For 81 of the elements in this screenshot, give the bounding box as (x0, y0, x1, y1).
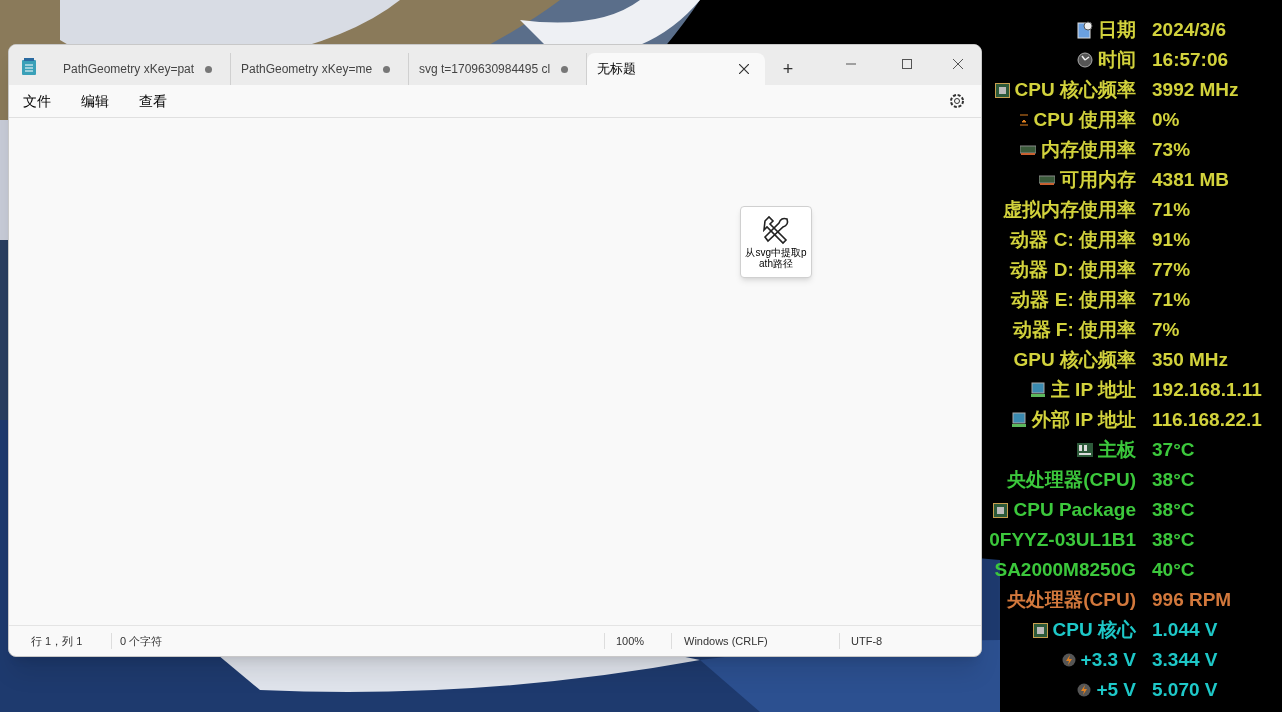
tools-icon (761, 215, 791, 245)
sensor-label: 0FYYZ-03UL1B1 (989, 527, 1136, 552)
lightning-icon (1061, 653, 1076, 667)
sensor-label: 动器 E: 使用率 (1011, 287, 1136, 312)
sensor-value: 3992 MHz (1152, 77, 1239, 102)
computer-icon (1029, 382, 1046, 398)
encoding: UTF-8 (839, 632, 981, 650)
sensor-label: 外部 IP 地址 (1031, 407, 1136, 432)
sensor-label: GPU 核心频率 (1013, 347, 1136, 372)
close-icon[interactable] (953, 59, 963, 69)
cursor-position: 行 1，列 1 (9, 632, 112, 650)
sensor-value: 2024/3/6 (1152, 17, 1226, 42)
sensor-label: 虚拟内存使用率 (1003, 197, 1136, 222)
sensor-value: 116.168.22.1 (1152, 407, 1262, 432)
computer-icon (1010, 412, 1027, 428)
sensor-label: CPU Package (1013, 497, 1136, 522)
sensor-value: 192.168.1.11 (1152, 377, 1262, 402)
tab-title: svg t=1709630984495 cl (419, 61, 552, 78)
tab[interactable]: 无标题 (587, 53, 765, 85)
tool-card[interactable]: 从svg中提取path路径 (740, 206, 812, 278)
sensor-value: 16:57:06 (1152, 47, 1229, 72)
line-ending: Windows (CRLF) (671, 632, 839, 650)
sensor-value: 91% (1152, 227, 1191, 252)
sensor-label: 动器 F: 使用率 (1012, 317, 1136, 342)
sensor-label: 日期 (1098, 17, 1136, 42)
tool-label: 从svg中提取path路径 (744, 247, 808, 269)
sensor-value: 1.044 V (1152, 617, 1218, 642)
character-count: 0 个字符 (119, 633, 163, 649)
new-tab-button[interactable]: + (765, 53, 811, 85)
sensor-label: 内存使用率 (1041, 137, 1136, 162)
sensor-value: 350 MHz (1152, 347, 1229, 372)
hourglass-icon (1018, 114, 1029, 126)
memory-icon (1020, 145, 1036, 155)
motherboard-icon (1077, 443, 1093, 457)
notepad-icon (21, 58, 37, 76)
sensor-label: 动器 D: 使用率 (1010, 257, 1136, 282)
text-area[interactable]: 从svg中提取path路径 (9, 118, 981, 625)
zoom-level: 100% (604, 632, 671, 650)
sensor-label: 动器 C: 使用率 (1010, 227, 1136, 252)
sensor-value: 37°C (1152, 437, 1195, 462)
sensor-label: 央处理器(CPU) (1007, 467, 1136, 492)
sensor-value: 77% (1152, 257, 1191, 282)
sensor-label: CPU 核心频率 (1014, 77, 1136, 102)
tab-title: 无标题 (597, 60, 637, 79)
sensor-value: 996 RPM (1152, 587, 1232, 612)
sensor-label: 主 IP 地址 (1050, 377, 1136, 402)
sensor-value: 71% (1152, 197, 1191, 222)
settings-icon[interactable] (949, 93, 965, 109)
sensor-label: 时间 (1098, 47, 1136, 72)
sensor-label: +5 V (1096, 677, 1136, 702)
memory-icon (1039, 175, 1055, 185)
sensor-value: 3.344 V (1152, 647, 1218, 672)
sensor-value: 38°C (1152, 527, 1195, 552)
sensor-value: 38°C (1152, 467, 1195, 492)
menu-item[interactable]: 文件 (21, 90, 53, 112)
lightning-icon (1077, 683, 1092, 697)
sensor-value: 7% (1152, 317, 1180, 342)
sensor-label: CPU 使用率 (1033, 107, 1136, 132)
menu-item[interactable]: 查看 (137, 90, 169, 112)
calendar-icon (1077, 21, 1093, 39)
maximize-icon[interactable] (902, 59, 912, 69)
sensor-value: 71% (1152, 287, 1191, 312)
sensor-value: 5.070 V (1152, 677, 1218, 702)
clock-icon (1077, 52, 1093, 68)
sensor-value: 73% (1152, 137, 1191, 162)
tab[interactable]: PathGeometry xKey=pat (53, 53, 231, 85)
sensor-label: +3.3 V (1080, 647, 1136, 672)
sensor-label: 可用内存 (1060, 167, 1136, 192)
sensor-value: 4381 MB (1152, 167, 1230, 192)
tab-title: PathGeometry xKey=pat (63, 61, 196, 78)
sensor-label: 央处理器(CPU) (1007, 587, 1136, 612)
tab-title: PathGeometry xKey=me (241, 61, 374, 78)
sensor-value: 38°C (1152, 497, 1195, 522)
sensor-label: 主板 (1098, 437, 1136, 462)
sensor-value: 0% (1152, 107, 1180, 132)
close-tab-icon[interactable] (739, 64, 749, 74)
sensor-label: SA2000M8250G (994, 557, 1136, 582)
tab[interactable]: PathGeometry xKey=me (231, 53, 409, 85)
sensor-label: CPU 核心 (1052, 617, 1136, 642)
menu-item[interactable]: 编辑 (79, 90, 111, 112)
sensor-value: 40°C (1152, 557, 1195, 582)
